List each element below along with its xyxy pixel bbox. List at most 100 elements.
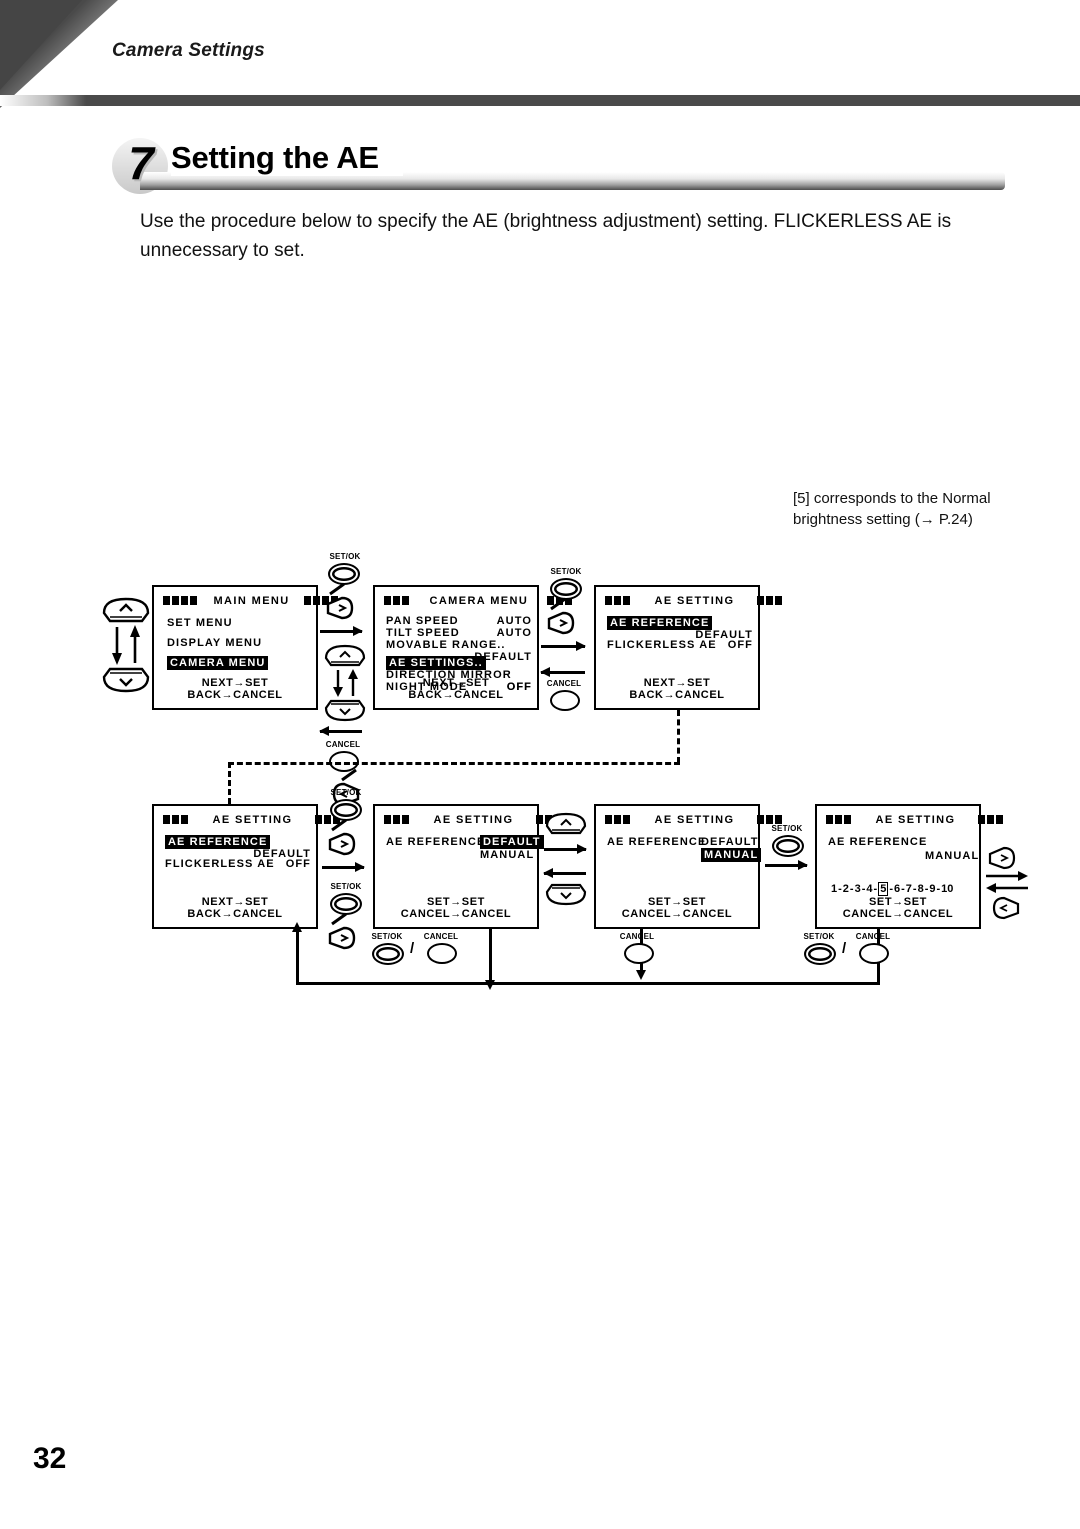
right-arrow-button-4[interactable]	[324, 912, 368, 952]
set-ok-button[interactable]	[772, 835, 804, 857]
screen-title: AE SETTING	[654, 814, 735, 826]
screen-footer: SET→SET CANCEL→CANCEL	[400, 896, 512, 920]
cancel-label: CANCEL	[855, 932, 891, 941]
menu-item-label: FLICKERLESS AE	[165, 858, 275, 870]
scale-step[interactable]: 7	[906, 883, 912, 895]
scale-step[interactable]: 8	[918, 883, 924, 895]
screen-title: AE SETTING	[212, 814, 293, 826]
screen-ae-reference-manual: AE SETTING AE REFERENCE DEFAULT MANUAL S…	[594, 804, 782, 929]
set-ok-label: SET/OK	[550, 567, 582, 576]
screen-title-row: AE SETTING	[826, 814, 1005, 826]
menu-item-pan-speed[interactable]: PAN SPEED AUTO	[386, 615, 532, 627]
scale-dash: -	[889, 883, 893, 895]
scale-step[interactable]: 3	[855, 883, 861, 895]
section-number: 7	[128, 137, 154, 189]
menu-item-display-menu[interactable]: DISPLAY MENU	[167, 637, 262, 649]
scale-step[interactable]: 6	[894, 883, 900, 895]
scale-step[interactable]: 1	[831, 883, 837, 895]
screen-title-row: AE SETTING	[605, 595, 784, 607]
up-down-buttons-svg[interactable]	[98, 595, 154, 695]
menu-item-ae-reference[interactable]: AE REFERENCE DEFAULT	[165, 835, 311, 860]
screen-title: AE SETTING	[433, 814, 514, 826]
down-button[interactable]	[543, 882, 589, 908]
screen-main-menu: MAIN MENU SET MENU DISPLAY MENU CAMERA M…	[152, 585, 339, 710]
menu-item-ae-reference[interactable]: AE REFERENCE DEFAULT	[607, 616, 753, 641]
flow-arrow-left-1	[319, 726, 362, 736]
cancel-button[interactable]	[550, 690, 580, 711]
set-ok-label: SET/OK	[329, 552, 361, 561]
flow-arrow-right-1	[320, 626, 363, 636]
screen-ae-level-scale: AE SETTING AE REFERENCE MANUAL 1-2-3-4- 5…	[815, 804, 1003, 929]
header-rule	[86, 95, 1080, 106]
ae-level-scale[interactable]: 1-2-3-4- 5 -6-7-8-9-10	[831, 882, 953, 896]
menu-item-value: OFF	[727, 639, 753, 651]
ae-reference-value: MANUAL	[925, 850, 979, 862]
scale-dash: -	[901, 883, 905, 895]
menu-item-ae-settings[interactable]: AE SETTINGS..	[386, 656, 486, 670]
option-label-selected: DEFAULT	[480, 835, 544, 849]
option-default[interactable]: DEFAULT	[480, 835, 544, 849]
screen-title-row: AE SETTING	[384, 814, 563, 826]
set-ok-button[interactable]	[372, 943, 404, 965]
flow-arrow-left-3	[543, 868, 586, 878]
cancel-label: CANCEL	[423, 932, 459, 941]
cancel-button[interactable]	[859, 943, 889, 964]
screen-title-row: AE SETTING	[605, 814, 784, 826]
screen-title-row: AE SETTING	[163, 814, 342, 826]
slash-separator: /	[842, 940, 847, 957]
right-arrow-button-1[interactable]	[322, 582, 368, 622]
scale-step[interactable]: 10	[941, 883, 953, 895]
option-row-label: AE REFERENCE	[386, 836, 485, 848]
menu-item-label: MOVABLE RANGE..	[386, 639, 506, 651]
scale-step[interactable]: 2	[843, 883, 849, 895]
cancel-label: CANCEL	[325, 740, 361, 749]
right-arrow-button-2[interactable]	[543, 597, 589, 637]
menu-item-set-menu[interactable]: SET MENU	[167, 617, 233, 629]
scale-step-selected[interactable]: 5	[878, 882, 889, 896]
menu-item-label: TILT SPEED	[386, 627, 460, 639]
flow-arrow-right-4	[544, 844, 587, 854]
up-button[interactable]	[543, 810, 589, 836]
page-number: 32	[33, 1442, 67, 1475]
screen-camera-menu: CAMERA MENU PAN SPEED AUTO TILT SPEED AU…	[373, 585, 572, 710]
scale-step[interactable]: 9	[929, 883, 935, 895]
right-arrow-button-3[interactable]	[324, 818, 368, 858]
menu-item-label-selected: AE REFERENCE	[607, 616, 713, 630]
screen-title-row: MAIN MENU	[163, 595, 340, 607]
dashed-connector-horizontal	[228, 762, 680, 765]
set-ok-label-2: SET/OK	[330, 882, 362, 891]
scale-step[interactable]: 4	[866, 883, 872, 895]
set-ok-label: SET/OK	[371, 932, 403, 941]
set-ok-label: SET/OK	[803, 932, 835, 941]
scale-dash: -	[924, 883, 929, 895]
cancel-button[interactable]	[427, 943, 457, 964]
cancel-button[interactable]	[624, 943, 654, 964]
set-ok-button[interactable]	[804, 943, 836, 965]
menu-item-value: AUTO	[496, 627, 532, 639]
up-down-buttons-2[interactable]	[322, 644, 368, 722]
menu-item-ae-reference: AE REFERENCE	[828, 836, 927, 848]
option-manual[interactable]: MANUAL	[480, 849, 534, 861]
screen-title: MAIN MENU	[213, 595, 290, 607]
screen-ae-setting-1: AE SETTING AE REFERENCE DEFAULT FLICKERL…	[594, 585, 782, 710]
menu-item-label: AE REFERENCE	[386, 836, 486, 848]
menu-item-flickerless-ae[interactable]: FLICKERLESS AE OFF	[607, 639, 753, 651]
menu-item-flickerless-ae[interactable]: FLICKERLESS AE OFF	[165, 858, 311, 870]
set-ok-label: SET/OK	[771, 824, 803, 833]
control-cluster-6	[986, 842, 1032, 931]
screen-footer: NEXT→SET BACK→CANCEL	[629, 677, 725, 701]
menu-item-value: OFF	[285, 858, 311, 870]
screen-footer: NEXT→SET BACK→CANCEL	[187, 896, 283, 920]
set-ok-label: SET/OK	[330, 788, 362, 797]
option-default[interactable]: DEFAULT	[701, 836, 759, 848]
flow-arrow-right-3	[322, 862, 365, 872]
menu-item-label: FLICKERLESS AE	[607, 639, 717, 651]
left-right-arrow-buttons[interactable]	[986, 842, 1032, 926]
menu-item-tilt-speed[interactable]: TILT SPEED AUTO	[386, 627, 532, 639]
menu-item-label: DISPLAY MENU	[167, 637, 263, 649]
screen-footer: NEXT→SET BACK→CANCEL	[187, 677, 283, 701]
screen-footer: NEXT→SET BACK→CANCEL	[408, 677, 504, 701]
intro-paragraph: Use the procedure below to specify the A…	[140, 211, 952, 261]
menu-item-camera-menu[interactable]: CAMERA MENU	[167, 656, 269, 670]
option-manual[interactable]: MANUAL	[701, 848, 762, 862]
